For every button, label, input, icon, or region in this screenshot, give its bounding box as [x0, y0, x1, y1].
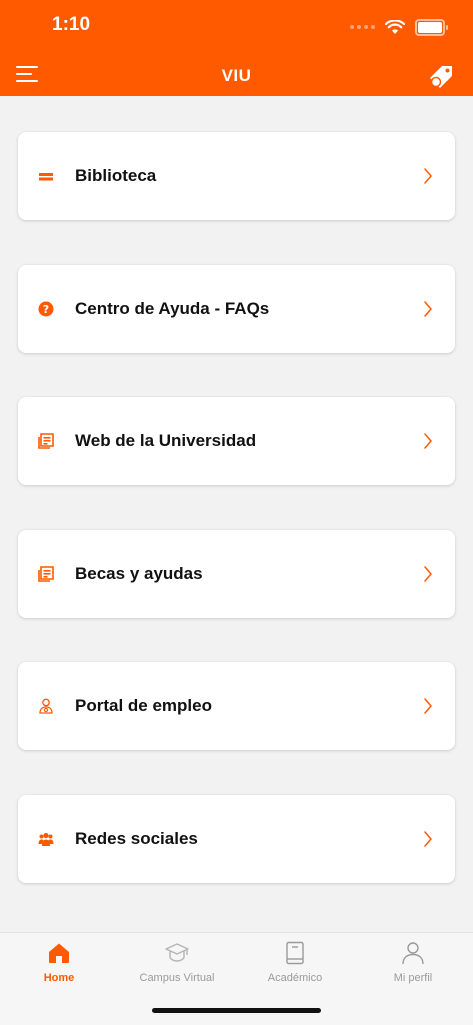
- menu-item-label: Portal de empleo: [75, 696, 212, 715]
- user-icon: [402, 942, 424, 965]
- help-icon: ?: [38, 301, 54, 317]
- battery-icon: [415, 18, 448, 36]
- signal-icon: [350, 25, 375, 29]
- tab-campus-virtual[interactable]: Campus Virtual: [118, 933, 236, 993]
- home-indicator[interactable]: [152, 1008, 321, 1013]
- employee-icon: [39, 698, 53, 714]
- chevron-right-icon: [424, 698, 432, 714]
- book-icon: [286, 941, 304, 965]
- newspaper-icon: [38, 566, 54, 582]
- tab-mi-perfil[interactable]: Mi perfil: [354, 933, 472, 993]
- home-icon: [49, 943, 69, 963]
- tab-label: Campus Virtual: [139, 972, 215, 984]
- chevron-right-icon: [424, 301, 432, 317]
- menu-item-label: Web de la Universidad: [75, 431, 257, 450]
- svg-text:?: ?: [43, 303, 49, 316]
- graduation-cap-icon: [165, 943, 189, 962]
- tag-icon[interactable]: [427, 62, 455, 90]
- menu-item-portal-empleo[interactable]: Portal de empleo: [18, 662, 455, 750]
- wifi-icon: [385, 19, 405, 34]
- tab-label: Home: [43, 972, 75, 984]
- chevron-right-icon: [424, 566, 432, 582]
- app-header: 1:10 VIU: [0, 0, 473, 96]
- menu-item-web-universidad[interactable]: Web de la Universidad: [18, 397, 455, 485]
- menu-item-label: Biblioteca: [75, 166, 157, 185]
- status-time: 1:10: [52, 14, 91, 35]
- group-icon: [38, 832, 54, 846]
- menu-item-label: Redes sociales: [75, 829, 198, 848]
- chevron-right-icon: [424, 831, 432, 847]
- chevron-right-icon: [424, 168, 432, 184]
- newspaper-icon: [38, 433, 54, 449]
- menu-item-becas[interactable]: Becas y ayudas: [18, 530, 455, 618]
- menu-item-redes-sociales[interactable]: Redes sociales: [18, 795, 455, 883]
- tab-label: Académico: [267, 972, 323, 984]
- menu-item-label: Becas y ayudas: [75, 564, 203, 583]
- menu-item-label: Centro de Ayuda - FAQs: [75, 299, 270, 318]
- page-title: VIU: [221, 66, 252, 85]
- status-icons: [350, 16, 448, 38]
- tab-home[interactable]: Home: [0, 933, 118, 993]
- menu-item-biblioteca[interactable]: Biblioteca: [18, 132, 455, 220]
- tab-label: Mi perfil: [393, 972, 433, 984]
- tab-academico[interactable]: Académico: [236, 933, 354, 993]
- chevron-right-icon: [424, 433, 432, 449]
- menu-item-centro-ayuda[interactable]: ? Centro de Ayuda - FAQs: [18, 265, 455, 353]
- library-icon: [39, 173, 53, 181]
